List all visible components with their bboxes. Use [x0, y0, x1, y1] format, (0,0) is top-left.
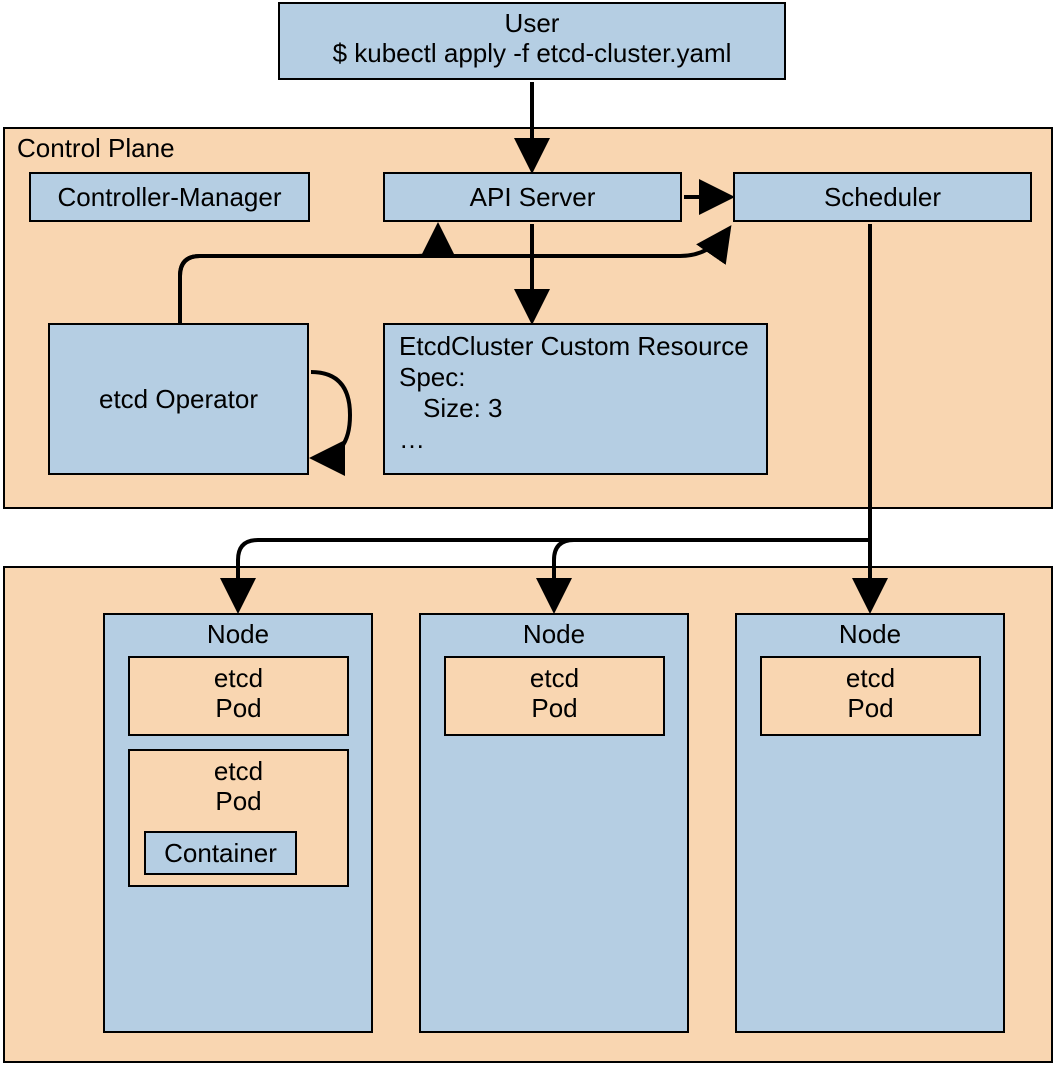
- node-1-container: Container: [144, 831, 297, 875]
- pod2-line1: etcd: [130, 757, 347, 787]
- api-server-label: API Server: [470, 182, 596, 212]
- pod-line1: etcd: [130, 664, 347, 694]
- custom-resource-title: EtcdCluster Custom Resource: [399, 331, 752, 362]
- custom-resource-size: Size: 3: [399, 393, 752, 424]
- custom-resource-spec: Spec:: [399, 362, 752, 393]
- pod-line1b: etcd: [446, 664, 663, 694]
- user-title: User: [280, 9, 784, 39]
- scheduler-label: Scheduler: [824, 182, 941, 212]
- node-1-pod-1: etcd Pod: [128, 656, 349, 736]
- user-command: $ kubectl apply -f etcd-cluster.yaml: [280, 39, 784, 69]
- node-3-label: Node: [737, 615, 1003, 650]
- etcd-operator-box: etcd Operator: [48, 323, 309, 475]
- node-3-pod-1: etcd Pod: [760, 656, 981, 736]
- pod-line2c: Pod: [762, 694, 979, 724]
- custom-resource-box: EtcdCluster Custom Resource Spec: Size: …: [383, 323, 768, 475]
- user-box: User $ kubectl apply -f etcd-cluster.yam…: [278, 2, 786, 80]
- control-plane-title: Control Plane: [17, 133, 175, 164]
- pod-line2: Pod: [130, 694, 347, 724]
- node-2-pod-1: etcd Pod: [444, 656, 665, 736]
- pod2-line2: Pod: [130, 787, 347, 817]
- node-2-label: Node: [421, 615, 687, 650]
- node-1-label: Node: [105, 615, 371, 650]
- custom-resource-ellipsis: …: [399, 424, 752, 455]
- controller-manager-box: Controller-Manager: [29, 172, 310, 222]
- api-server-box: API Server: [383, 172, 682, 222]
- controller-manager-label: Controller-Manager: [58, 182, 282, 212]
- etcd-operator-label: etcd Operator: [99, 384, 258, 414]
- scheduler-box: Scheduler: [733, 172, 1032, 222]
- pod-line2b: Pod: [446, 694, 663, 724]
- pod-line1c: etcd: [762, 664, 979, 694]
- container-label: Container: [164, 838, 277, 868]
